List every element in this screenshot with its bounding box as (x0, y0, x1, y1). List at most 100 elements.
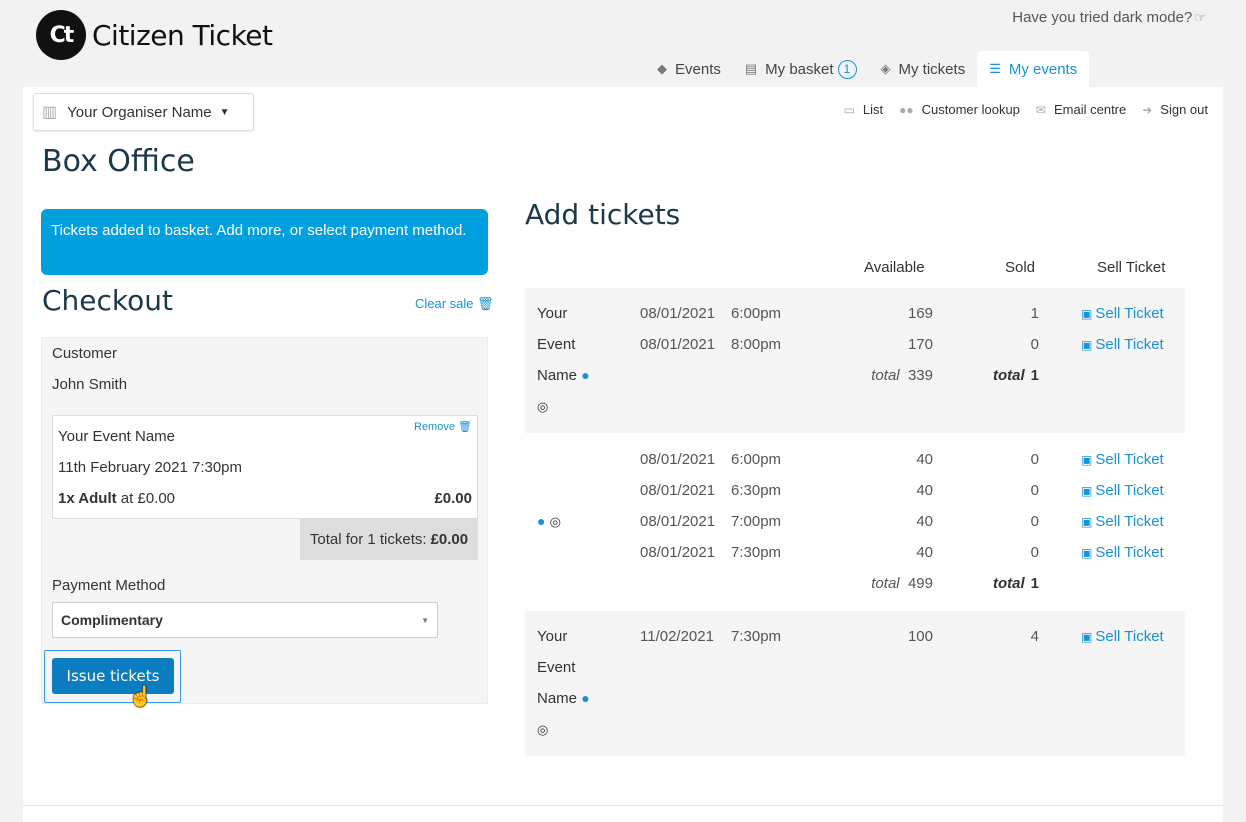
sign-out-icon: ➜ (1142, 102, 1153, 117)
list-icon: ▭ (843, 102, 855, 117)
logo[interactable]: Ct Citizen Ticket (36, 10, 273, 60)
remove-item-link[interactable]: Remove 🗑 (414, 420, 472, 433)
row-sold: 0 (1030, 544, 1039, 561)
row-available: 40 (916, 482, 933, 499)
event-group: ● ◎ 08/01/2021 6:00pm 40 0 ▣ Sell Ticket … (525, 433, 1185, 611)
row-time: 8:00pm (731, 336, 782, 353)
tab-my-basket[interactable]: ▤ My basket 1 (733, 51, 869, 87)
sell-ticket-label: Sell Ticket (1095, 336, 1164, 353)
select-arrow-icon: ▼ (421, 616, 429, 625)
total-word: total (871, 367, 900, 384)
event-name-line: Your (537, 628, 568, 645)
tab-my-events-label: My events (1008, 60, 1078, 78)
clear-sale-label: Clear sale (415, 296, 474, 311)
tab-my-events[interactable]: ☰ My events (977, 51, 1090, 87)
issue-tickets-focus-ring: Issue tickets (44, 650, 181, 703)
subnav-customer-lookup[interactable]: ●● Customer lookup (899, 102, 1020, 117)
tab-my-tickets-label: My tickets (898, 60, 966, 78)
row-date: 11/02/2021 (640, 628, 714, 645)
trash-icon: 🗑 (477, 296, 494, 311)
item-unit-price: at £0.00 (120, 490, 176, 507)
sell-ticket-link[interactable]: ▣ Sell Ticket (1081, 451, 1164, 468)
sell-ticket-link[interactable]: ▣ Sell Ticket (1081, 513, 1164, 530)
tab-my-tickets[interactable]: ◈ My tickets (869, 51, 978, 87)
payment-method-value: Complimentary (61, 612, 163, 628)
checkout-box: Customer John Smith Remove 🗑 Your Event … (41, 337, 488, 704)
subnav-customer-lookup-label: Customer lookup (921, 102, 1020, 117)
sell-ticket-link[interactable]: ▣ Sell Ticket (1081, 336, 1164, 353)
clear-sale-link[interactable]: Clear sale 🗑 (415, 296, 494, 312)
sell-ticket-link[interactable]: ▣ Sell Ticket (1081, 482, 1164, 499)
row-available: 100 (907, 628, 933, 645)
payment-method-label: Payment Method (52, 577, 166, 594)
total-sold-value: 1 (1030, 575, 1039, 592)
row-date: 08/01/2021 (640, 336, 716, 353)
tab-events[interactable]: ◆ Events (645, 51, 733, 87)
total-word: total (992, 367, 1025, 384)
basket-total: Total for 1 tickets: £0.00 (300, 518, 478, 560)
total-sold: total 1 (993, 575, 1039, 592)
tags-icon: ◆ (657, 61, 667, 76)
issue-tickets-button[interactable]: Issue tickets (52, 658, 174, 694)
sell-ticket-label: Sell Ticket (1095, 305, 1164, 322)
sell-ticket-link[interactable]: ▣ Sell Ticket (1081, 305, 1164, 322)
row-available: 40 (916, 544, 933, 561)
globe-icon[interactable]: ● (581, 367, 589, 383)
globe-icon[interactable]: ● (537, 513, 545, 529)
sell-ticket-link[interactable]: ▣ Sell Ticket (1081, 628, 1164, 645)
row-time: 6:00pm (731, 305, 782, 322)
sell-ticket-label: Sell Ticket (1095, 628, 1164, 645)
hidden-eye-icon[interactable]: ◎ (537, 721, 548, 738)
checkout-title: Checkout (42, 284, 173, 317)
panel-footer (23, 805, 1223, 822)
subnav-sign-out[interactable]: ➜ Sign out (1142, 102, 1208, 117)
row-sold: 4 (1030, 628, 1039, 645)
hidden-eye-icon[interactable]: ◎ (550, 514, 561, 529)
organiser-dropdown[interactable]: ▥ Your Organiser Name ▼ (33, 93, 254, 131)
item-quantity: 1x Adult at £0.00 (58, 490, 175, 507)
alert-message: Tickets added to basket. Add more, or se… (41, 209, 488, 275)
row-time: 7:00pm (731, 513, 782, 530)
main-panel: ▥ Your Organiser Name ▼ ▭ List ●● Custom… (23, 87, 1223, 805)
event-name-line: Event (537, 659, 576, 676)
page-title: Box Office (42, 144, 195, 179)
money-icon: ▣ (1081, 338, 1093, 352)
event-name-text: Name (537, 690, 578, 707)
row-sold: 0 (1030, 336, 1039, 353)
row-sold: 0 (1030, 513, 1039, 530)
trash-icon: 🗑 (458, 421, 472, 433)
subnav-email-centre-label: Email centre (1053, 102, 1127, 117)
subnav-list[interactable]: ▭ List (844, 102, 884, 117)
sell-ticket-label: Sell Ticket (1095, 451, 1164, 468)
header-available: Available (864, 259, 925, 276)
event-name-line: Name ● (537, 690, 590, 707)
tab-my-basket-label: My basket (765, 60, 834, 78)
sliders-icon: ☰ (989, 61, 1001, 76)
sell-ticket-link[interactable]: ▣ Sell Ticket (1081, 544, 1164, 561)
dark-mode-text: Have you tried dark mode? (1012, 9, 1193, 26)
money-icon: ▣ (1081, 484, 1093, 498)
pointing-hand-icon: ☞ (1194, 10, 1206, 25)
money-icon: ▣ (1081, 307, 1093, 321)
row-time: 6:00pm (731, 451, 782, 468)
header-sold: Sold (1005, 259, 1036, 276)
payment-method-select[interactable]: Complimentary ▼ (52, 602, 438, 638)
globe-icon[interactable]: ● (581, 690, 589, 706)
event-icons: ● ◎ (537, 513, 561, 530)
total-label: Total for 1 tickets: (309, 530, 427, 548)
hidden-eye-icon[interactable]: ◎ (537, 398, 548, 415)
header-sell-ticket: Sell Ticket (1097, 259, 1166, 276)
subnav-email-centre[interactable]: ✉ Email centre (1036, 102, 1126, 117)
subnav-list-label: List (862, 102, 884, 117)
envelope-icon: ✉ (1035, 102, 1046, 117)
dark-mode-link[interactable]: Have you tried dark mode? ☞ (1012, 9, 1206, 26)
main-tabs: ◆ Events ▤ My basket 1 ◈ My tickets ☰ My… (645, 51, 1090, 87)
row-sold: 1 (1030, 305, 1039, 322)
total-available-value: 499 (907, 575, 933, 592)
total-available: total 339 (871, 367, 933, 384)
remove-label: Remove (414, 421, 455, 433)
event-name-line: Event (537, 336, 576, 353)
ticket-icon: ◈ (880, 61, 891, 76)
row-date: 08/01/2021 (640, 451, 716, 468)
customer-name: John Smith (52, 376, 128, 393)
